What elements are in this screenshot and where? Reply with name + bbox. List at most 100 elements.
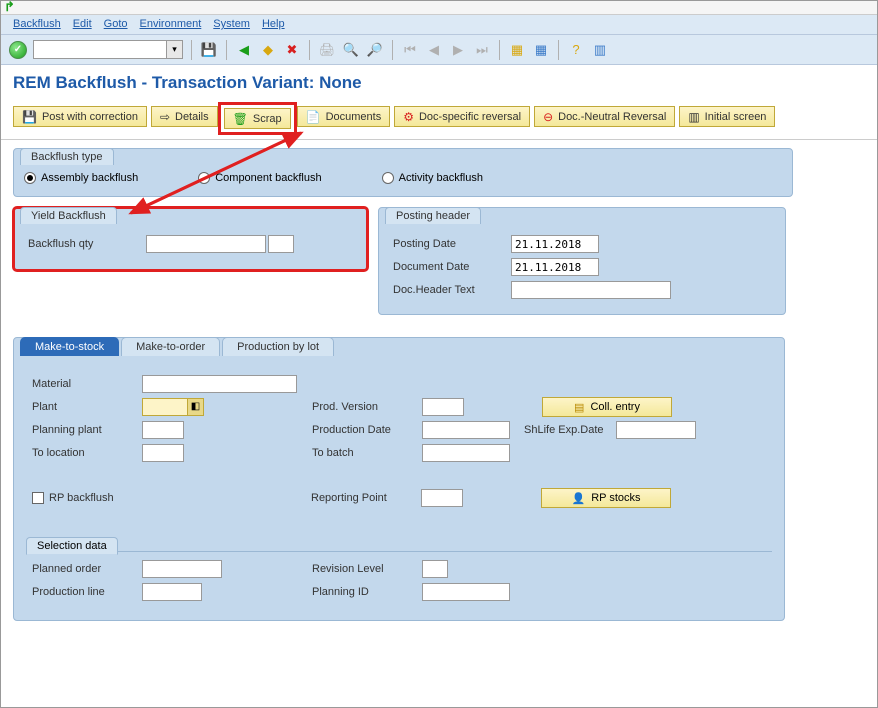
menu-environment[interactable]: Environment bbox=[140, 18, 202, 31]
selection-data-panel: Planned order Revision Level Production … bbox=[26, 551, 772, 603]
separator bbox=[309, 40, 310, 60]
separator bbox=[558, 40, 559, 60]
prev-page-icon: ◀ bbox=[425, 41, 443, 59]
content-area: Backflush type Assembly backflush Compon… bbox=[1, 140, 877, 629]
backflush-uom-input[interactable] bbox=[268, 235, 294, 253]
label: Activity backflush bbox=[399, 172, 483, 184]
last-page-icon: ⏭ bbox=[473, 41, 491, 59]
tab-body: Material Plant ◧ Prod. Version ▤Coll. en… bbox=[14, 357, 784, 620]
tab-make-to-stock[interactable]: Make-to-stock bbox=[20, 337, 119, 356]
menu-goto[interactable]: Goto bbox=[104, 18, 128, 31]
shortcut-icon[interactable]: ▦ bbox=[532, 41, 550, 59]
rp-backflush-label: RP backflush bbox=[49, 492, 141, 504]
new-session-icon[interactable]: ▦ bbox=[508, 41, 526, 59]
rp-stocks-button[interactable]: 👤RP stocks bbox=[541, 488, 671, 508]
scrap-button[interactable]: 🗑Scrap bbox=[224, 108, 291, 129]
layout-icon[interactable]: ▥ bbox=[591, 41, 609, 59]
to-batch-input[interactable] bbox=[422, 444, 510, 462]
component-backflush-radio[interactable]: Component backflush bbox=[198, 172, 321, 184]
to-batch-label: To batch bbox=[312, 447, 422, 459]
cancel-icon[interactable]: ✖ bbox=[283, 41, 301, 59]
radio-icon bbox=[382, 172, 394, 184]
tab-production-by-lot[interactable]: Production by lot bbox=[222, 337, 334, 356]
command-field[interactable]: ▾ bbox=[33, 40, 183, 59]
planning-id-input[interactable] bbox=[422, 583, 510, 601]
yield-backflush-panel: Yield Backflush Backflush qty bbox=[13, 207, 368, 271]
menu-system[interactable]: System bbox=[213, 18, 250, 31]
post-with-correction-button[interactable]: 💾Post with correction bbox=[13, 106, 147, 127]
yield-legend: Yield Backflush bbox=[20, 207, 117, 224]
label: Component backflush bbox=[215, 172, 321, 184]
coll-entry-button[interactable]: ▤ Coll. entry bbox=[542, 397, 672, 417]
help-icon[interactable]: ? bbox=[567, 41, 585, 59]
first-page-icon: ⏮ bbox=[401, 41, 419, 59]
title-area: REM Backflush - Transaction Variant: Non… bbox=[1, 65, 877, 103]
selection-data-legend: Selection data bbox=[26, 537, 118, 555]
backflush-qty-label: Backflush qty bbox=[28, 238, 146, 250]
label: Coll. entry bbox=[590, 401, 640, 413]
details-button[interactable]: ⇨Details bbox=[151, 106, 218, 127]
shlife-input[interactable] bbox=[616, 421, 696, 439]
menu-backflush[interactable]: Backflush bbox=[13, 18, 61, 31]
to-location-input[interactable] bbox=[142, 444, 184, 462]
planned-order-label: Planned order bbox=[32, 563, 142, 575]
activity-backflush-radio[interactable]: Activity backflush bbox=[382, 172, 483, 184]
posting-date-input[interactable] bbox=[511, 235, 599, 253]
label: Doc-specific reversal bbox=[419, 111, 521, 123]
enter-icon[interactable]: ✓ bbox=[9, 41, 27, 59]
radio-icon bbox=[198, 172, 210, 184]
menu-help[interactable]: Help bbox=[262, 18, 285, 31]
f4-help-icon[interactable]: ◧ bbox=[187, 399, 203, 415]
doc-neutral-reversal-button[interactable]: ⊖Doc.-Neutral Reversal bbox=[534, 106, 675, 127]
label: Initial screen bbox=[705, 111, 767, 123]
backflush-qty-input[interactable] bbox=[146, 235, 266, 253]
menu-edit[interactable]: Edit bbox=[73, 18, 92, 31]
minus-icon: ⊖ bbox=[543, 110, 553, 124]
reporting-point-input[interactable] bbox=[421, 489, 463, 507]
dropdown-icon[interactable]: ▾ bbox=[166, 41, 182, 58]
prod-version-label: Prod. Version bbox=[312, 401, 422, 413]
plant-input[interactable]: ◧ bbox=[142, 398, 204, 416]
doc-specific-reversal-button[interactable]: ⚙ Doc-specific reversal bbox=[394, 106, 530, 127]
rp-backflush-checkbox[interactable] bbox=[32, 492, 44, 504]
planned-order-input[interactable] bbox=[142, 560, 222, 578]
yield-posting-row: Yield Backflush Backflush qty Posting he… bbox=[13, 207, 865, 325]
separator bbox=[499, 40, 500, 60]
posting-date-label: Posting Date bbox=[393, 238, 511, 250]
label: Scrap bbox=[253, 113, 282, 125]
production-date-input[interactable] bbox=[422, 421, 510, 439]
doc-header-text-input[interactable] bbox=[511, 281, 671, 299]
doc-header-text-label: Doc.Header Text bbox=[393, 284, 511, 296]
reversal-icon: ⚙ bbox=[403, 110, 414, 124]
backflush-type-legend: Backflush type bbox=[20, 148, 114, 165]
exit-icon[interactable]: ◆ bbox=[259, 41, 277, 59]
details-icon: ⇨ bbox=[160, 110, 170, 124]
standard-toolbar: ✓ ▾ 💾 ◀ ◆ ✖ 🖨 🔍 🔎 ⏮ ◀ ▶ ⏭ ▦ ▦ ? ▥ bbox=[1, 35, 877, 65]
application-toolbar: 💾Post with correction ⇨Details 🗑Scrap 📄D… bbox=[1, 103, 877, 140]
coll-entry-icon: ▤ bbox=[574, 401, 584, 414]
separator bbox=[392, 40, 393, 60]
tab-make-to-order[interactable]: Make-to-order bbox=[121, 337, 220, 356]
planning-plant-input[interactable] bbox=[142, 421, 184, 439]
screen-icon: ▥ bbox=[688, 110, 699, 124]
to-location-label: To location bbox=[32, 447, 142, 459]
production-date-label: Production Date bbox=[312, 424, 422, 436]
shlife-label: ShLife Exp.Date bbox=[524, 424, 616, 436]
save-icon[interactable]: 💾 bbox=[200, 41, 218, 59]
document-date-label: Document Date bbox=[393, 261, 511, 273]
prod-version-input[interactable] bbox=[422, 398, 464, 416]
initial-screen-button[interactable]: ▥ Initial screen bbox=[679, 106, 775, 127]
document-date-input[interactable] bbox=[511, 258, 599, 276]
posting-header-panel: Posting header Posting Date Document Dat… bbox=[378, 207, 786, 315]
material-input[interactable] bbox=[142, 375, 297, 393]
assembly-backflush-radio[interactable]: Assembly backflush bbox=[24, 172, 138, 184]
documents-button[interactable]: 📄Documents bbox=[297, 106, 391, 127]
label: Assembly backflush bbox=[41, 172, 138, 184]
revision-level-input[interactable] bbox=[422, 560, 448, 578]
separator bbox=[226, 40, 227, 60]
back-icon[interactable]: ◀ bbox=[235, 41, 253, 59]
revision-level-label: Revision Level bbox=[312, 563, 422, 575]
backflush-type-panel: Backflush type Assembly backflush Compon… bbox=[13, 148, 793, 197]
session-arrow-icon[interactable]: ↱ bbox=[4, 0, 15, 14]
production-line-input[interactable] bbox=[142, 583, 202, 601]
